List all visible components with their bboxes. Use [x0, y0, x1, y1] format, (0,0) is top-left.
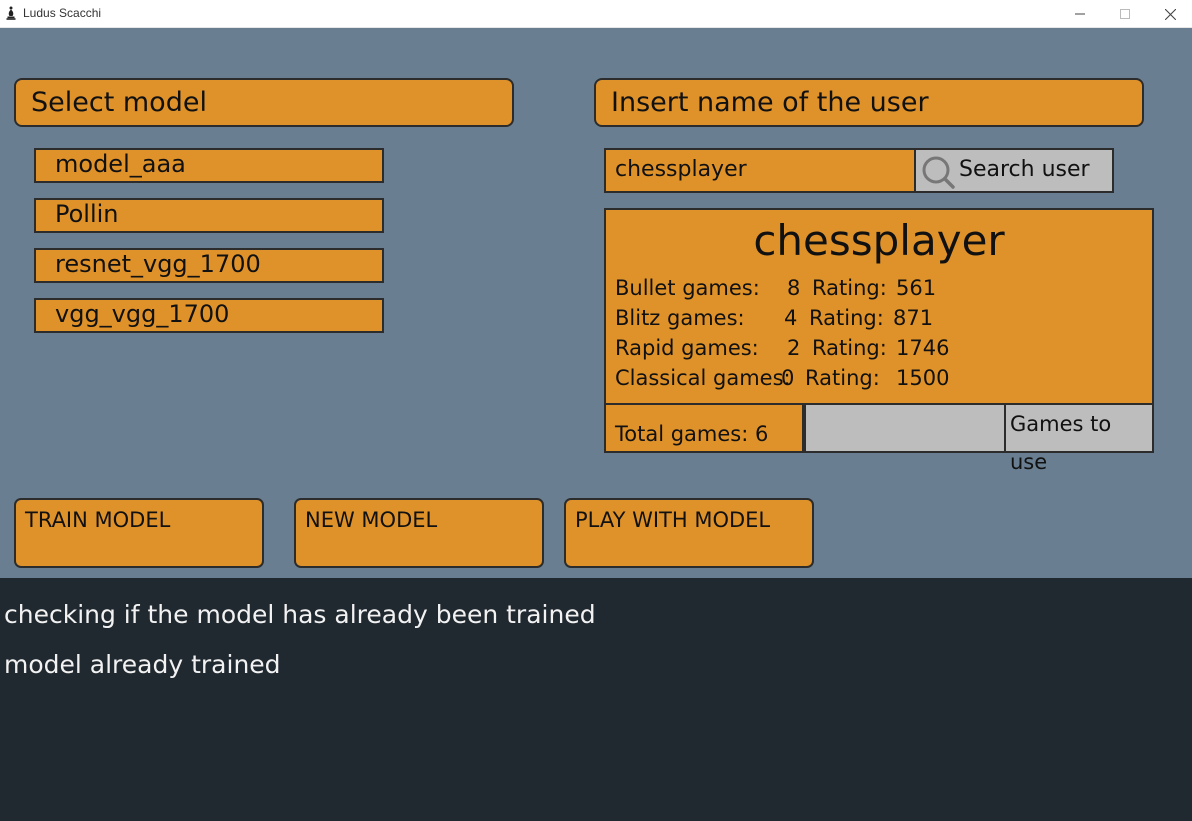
window-title: Ludus Scacchi — [23, 6, 102, 20]
train-model-button[interactable]: TRAIN MODEL — [14, 498, 264, 568]
console-line: model already trained — [4, 650, 281, 679]
window-titlebar: Ludus Scacchi — [0, 0, 1192, 28]
search-user-button[interactable]: Search user — [914, 148, 1114, 193]
model-item-vgg-vgg-1700[interactable]: vgg_vgg_1700 — [34, 298, 384, 333]
stat-rating-label: Rating: — [809, 306, 884, 330]
console-line: checking if the model has already been t… — [4, 600, 596, 629]
insert-user-header: Insert name of the user — [594, 78, 1144, 127]
search-icon — [922, 156, 955, 189]
select-model-header: Select model — [14, 78, 514, 127]
maximize-button[interactable] — [1102, 0, 1148, 28]
console-panel: checking if the model has already been t… — [0, 578, 1192, 821]
stat-label: Bullet games: — [615, 276, 760, 300]
new-model-button[interactable]: NEW MODEL — [294, 498, 544, 568]
model-item-pollin[interactable]: Pollin — [34, 198, 384, 233]
stat-rating-label: Rating: — [805, 366, 880, 390]
user-stats-card: chessplayer Bullet games: 8 Rating: 561 … — [604, 208, 1154, 406]
close-button[interactable] — [1147, 0, 1192, 28]
stat-rating: 871 — [893, 306, 934, 330]
username-input[interactable]: chessplayer — [604, 148, 916, 193]
stat-label: Blitz games: — [615, 306, 745, 330]
minimize-icon — [1075, 13, 1085, 15]
stat-label: Classical games: — [615, 366, 791, 390]
model-item-resnet-vgg-1700[interactable]: resnet_vgg_1700 — [34, 248, 384, 283]
games-to-use-input[interactable] — [804, 403, 1006, 453]
model-item-model-aaa[interactable]: model_aaa — [34, 148, 384, 183]
close-icon — [1164, 8, 1176, 20]
stat-rating-label: Rating: — [812, 276, 887, 300]
minimize-button[interactable] — [1057, 0, 1103, 28]
stat-rating: 1746 — [896, 336, 950, 360]
card-username: chessplayer — [753, 216, 1005, 265]
play-with-model-button[interactable]: PLAY WITH MODEL — [564, 498, 814, 568]
search-user-label: Search user — [959, 157, 1090, 182]
stat-label: Rapid games: — [615, 336, 759, 360]
maximize-icon — [1120, 9, 1130, 19]
stat-rating: 1500 — [896, 366, 950, 390]
stat-games: 8 — [787, 276, 801, 300]
total-games: Total games: 6 — [604, 403, 804, 453]
stat-games: 4 — [784, 306, 798, 330]
stat-rating: 561 — [896, 276, 937, 300]
stat-rating-label: Rating: — [812, 336, 887, 360]
stat-games: 2 — [787, 336, 801, 360]
games-to-use-button[interactable]: Games to use — [1004, 403, 1154, 474]
chess-bishop-icon — [6, 6, 16, 20]
stat-games: 0 — [781, 366, 795, 390]
